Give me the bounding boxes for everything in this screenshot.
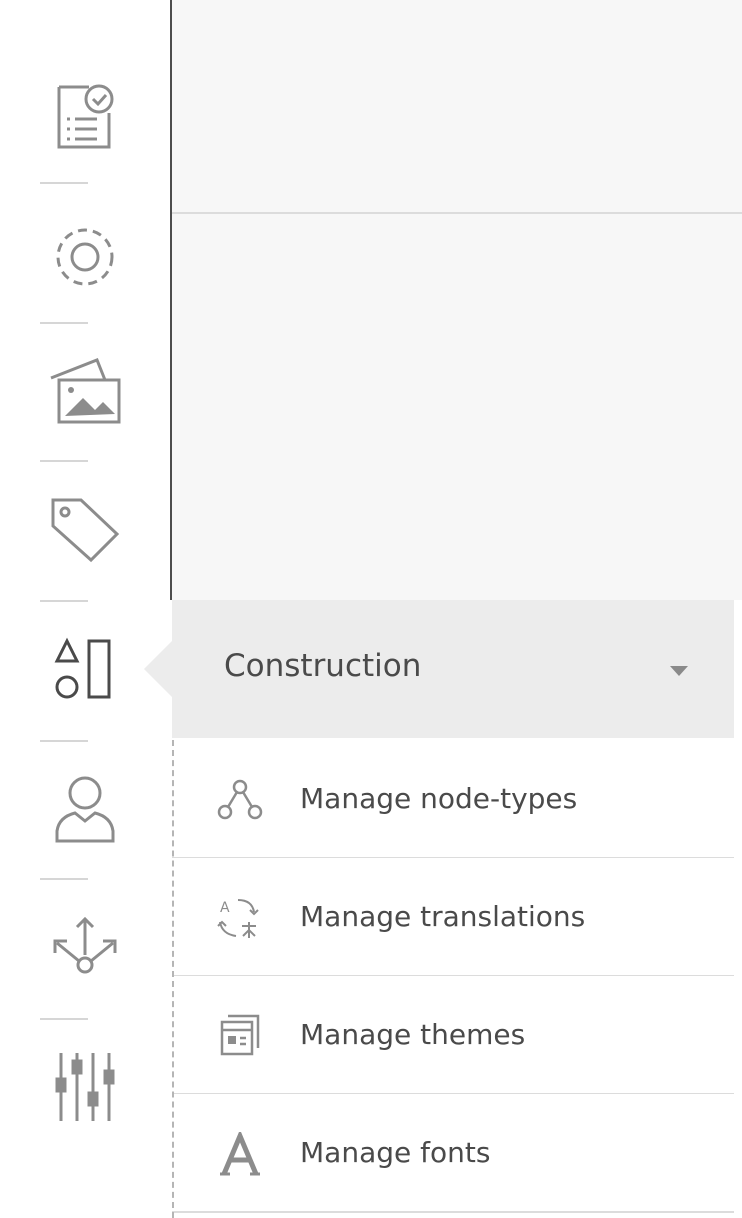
node-types-icon — [216, 778, 264, 822]
sidebar-item-target[interactable] — [0, 188, 170, 326]
menu-item-label: Manage node-types — [300, 782, 578, 815]
main-content-area — [172, 0, 742, 600]
checklist-icon — [53, 81, 117, 153]
sidebar-separator — [40, 182, 88, 184]
target-icon — [53, 225, 117, 289]
sidebar-item-settings[interactable] — [0, 1018, 170, 1156]
sidebar-border — [170, 0, 172, 600]
content-divider — [172, 212, 742, 214]
chevron-down-icon[interactable] — [670, 666, 688, 676]
menu-item-manage-translations[interactable]: A Manage translations — [172, 858, 734, 977]
images-icon — [47, 356, 123, 426]
user-icon — [53, 773, 117, 845]
sliders-icon — [53, 1049, 117, 1125]
sidebar-item-network[interactable] — [0, 878, 170, 1016]
network-icon — [47, 915, 123, 979]
sidebar-item-tags[interactable] — [0, 460, 170, 598]
submenu-title: Construction — [224, 648, 422, 684]
menu-item-label: Manage fonts — [300, 1136, 491, 1169]
construction-submenu: Construction Manage node-types A Manage … — [172, 600, 734, 1213]
sidebar-item-images[interactable] — [0, 322, 170, 460]
menu-item-manage-themes[interactable]: Manage themes — [172, 976, 734, 1095]
themes-icon — [216, 1014, 264, 1058]
menu-item-manage-fonts[interactable]: Manage fonts — [172, 1094, 734, 1213]
submenu-dashed-border — [172, 740, 174, 1218]
icon-sidebar — [0, 0, 170, 1218]
menu-item-label: Manage translations — [300, 900, 586, 933]
menu-item-manage-node-types[interactable]: Manage node-types — [172, 740, 734, 859]
fonts-icon — [216, 1132, 264, 1176]
shapes-icon — [53, 633, 117, 705]
submenu-pointer — [144, 641, 172, 697]
sidebar-item-checklist[interactable] — [0, 48, 170, 186]
menu-item-label: Manage themes — [300, 1018, 526, 1051]
svg-text:A: A — [220, 900, 230, 916]
tag-icon — [47, 494, 123, 564]
translations-icon: A — [216, 896, 264, 940]
sidebar-item-users[interactable] — [0, 740, 170, 878]
submenu-header[interactable]: Construction — [172, 600, 734, 738]
